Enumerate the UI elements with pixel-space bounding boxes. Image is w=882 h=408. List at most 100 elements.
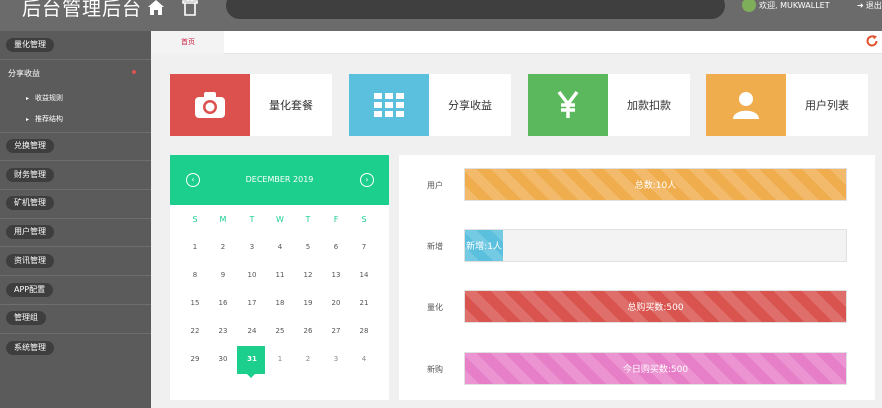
expand-indicator <box>132 70 136 74</box>
top-bar: 后台管理后台 欢迎, MUKWALLET ➜ 退出 <box>0 0 882 31</box>
calendar-day[interactable]: 24 <box>240 327 264 335</box>
sidebar-subitem-income-rules[interactable]: 收益规则 <box>26 93 63 103</box>
calendar-day[interactable]: 8 <box>183 271 207 279</box>
trash-icon[interactable] <box>180 0 200 18</box>
calendar-day[interactable]: 19 <box>296 299 320 307</box>
divider <box>0 132 151 133</box>
sidebar-item-system[interactable]: 系统管理 <box>6 341 54 355</box>
calendar-day-today[interactable]: 31 <box>240 355 264 363</box>
tile-icon-bg <box>170 74 250 136</box>
calendar-month: DECEMBER 2019 <box>245 175 314 184</box>
calendar-day[interactable]: 27 <box>324 327 348 335</box>
progress-track: 总购买数:500 <box>464 290 847 323</box>
divider <box>0 246 151 247</box>
tile-share-income[interactable]: 分享收益 <box>349 74 511 136</box>
logout-button[interactable]: ➜ 退出 <box>857 0 882 12</box>
sidebar-item-users[interactable]: 用户管理 <box>6 225 54 239</box>
welcome-user[interactable]: 欢迎, MUKWALLET <box>742 0 830 12</box>
divider <box>0 304 151 305</box>
divider <box>0 333 151 334</box>
calendar-day[interactable]: 25 <box>268 327 292 335</box>
stat-label-new-purchase: 新购 <box>427 365 443 374</box>
calendar-day[interactable]: 30 <box>211 355 235 363</box>
tile-label: 量化套餐 <box>269 99 313 112</box>
calendar-day[interactable]: 5 <box>296 243 320 251</box>
calendar-day[interactable]: 18 <box>268 299 292 307</box>
tile-quant-package[interactable]: 量化套餐 <box>170 74 332 136</box>
calendar-day[interactable]: 16 <box>211 299 235 307</box>
calendar-day[interactable]: 28 <box>352 327 376 335</box>
home-icon[interactable] <box>146 0 166 18</box>
calendar-day[interactable]: 12 <box>296 271 320 279</box>
yen-icon <box>557 90 579 118</box>
sidebar-item-quant[interactable]: 量化管理 <box>6 38 54 52</box>
refresh-icon[interactable] <box>865 34 879 48</box>
next-month-button[interactable]: › <box>360 173 374 187</box>
sidebar-item-admin-group[interactable]: 管理组 <box>6 311 46 325</box>
sidebar-item-exchange[interactable]: 兑换管理 <box>6 139 54 153</box>
calendar-day[interactable]: 11 <box>268 271 292 279</box>
sidebar-item-app-config[interactable]: APP配置 <box>6 283 54 297</box>
divider <box>0 160 151 161</box>
tile-icon-bg <box>528 74 608 136</box>
calendar-day[interactable]: 20 <box>324 299 348 307</box>
tile-label: 用户列表 <box>805 99 849 112</box>
calendar-day[interactable]: 26 <box>296 327 320 335</box>
sidebar-item-news[interactable]: 资讯管理 <box>6 254 54 268</box>
sidebar: 量化管理 分享收益 收益规则 推荐结构 兑换管理 财务管理 矿机管理 用户管理 … <box>0 31 151 408</box>
progress-track: 总数:10人 <box>464 168 847 201</box>
tile-user-list[interactable]: 用户列表 <box>706 74 868 136</box>
calendar-weekday: F <box>333 215 339 224</box>
tile-label: 加款扣款 <box>627 99 671 112</box>
progress-track: 新增:1人 <box>464 229 847 262</box>
tile-label: 分享收益 <box>448 99 492 112</box>
calendar-weekday: T <box>305 215 311 224</box>
tab-home[interactable]: 首页 <box>151 31 224 54</box>
calendar-day[interactable]: 14 <box>352 271 376 279</box>
calendar-day[interactable]: 3 <box>240 243 264 251</box>
calendar-day[interactable]: 1 <box>268 355 292 363</box>
calendar-day[interactable]: 13 <box>324 271 348 279</box>
sidebar-subitem-referral-structure[interactable]: 推荐结构 <box>26 114 63 124</box>
calendar-day[interactable]: 9 <box>211 271 235 279</box>
calendar-day[interactable]: 15 <box>183 299 207 307</box>
calendar-day[interactable]: 22 <box>183 327 207 335</box>
calendar-day[interactable]: 6 <box>324 243 348 251</box>
calendar-day[interactable]: 23 <box>211 327 235 335</box>
progress-bar-users: 总数:10人 <box>465 169 846 200</box>
calendar-day[interactable]: 4 <box>268 243 292 251</box>
calendar-day[interactable]: 1 <box>183 243 207 251</box>
stat-label-quant: 量化 <box>427 303 443 312</box>
calendar-weekday: S <box>361 215 367 224</box>
tile-icon-bg <box>706 74 786 136</box>
calendar-day[interactable]: 29 <box>183 355 207 363</box>
calendar-day[interactable]: 10 <box>240 271 264 279</box>
stat-label-users: 用户 <box>427 181 443 190</box>
sidebar-item-mining[interactable]: 矿机管理 <box>6 196 54 210</box>
progress-bar-new-purchase: 今日购买数:500 <box>465 353 846 384</box>
logout-icon: ➜ <box>857 0 864 10</box>
tile-icon-bg <box>349 74 429 136</box>
calendar-day[interactable]: 2 <box>211 243 235 251</box>
sidebar-item-share-income[interactable]: 分享收益 <box>0 67 48 81</box>
divider <box>0 189 151 190</box>
sidebar-item-finance[interactable]: 财务管理 <box>6 168 54 182</box>
progress-track: 今日购买数:500 <box>464 352 847 385</box>
user-icon <box>733 92 759 119</box>
search-bar[interactable] <box>226 0 725 19</box>
welcome-text: 欢迎, MUKWALLET <box>759 0 830 10</box>
app-title: 后台管理后台 <box>22 0 143 20</box>
calendar-day[interactable]: 2 <box>296 355 320 363</box>
logout-label: 退出 <box>865 0 882 10</box>
stat-label-new: 新增 <box>427 242 443 251</box>
calendar-day[interactable]: 3 <box>324 355 348 363</box>
divider <box>0 275 151 276</box>
calendar-day[interactable]: 21 <box>352 299 376 307</box>
calendar-day[interactable]: 17 <box>240 299 264 307</box>
grid-icon <box>374 93 404 117</box>
tile-adjust-funds[interactable]: 加款扣款 <box>528 74 690 136</box>
calendar-day[interactable]: 4 <box>352 355 376 363</box>
calendar-day[interactable]: 7 <box>352 243 376 251</box>
calendar-weekday: S <box>192 215 198 224</box>
progress-bar-quant: 总购买数:500 <box>465 291 846 322</box>
